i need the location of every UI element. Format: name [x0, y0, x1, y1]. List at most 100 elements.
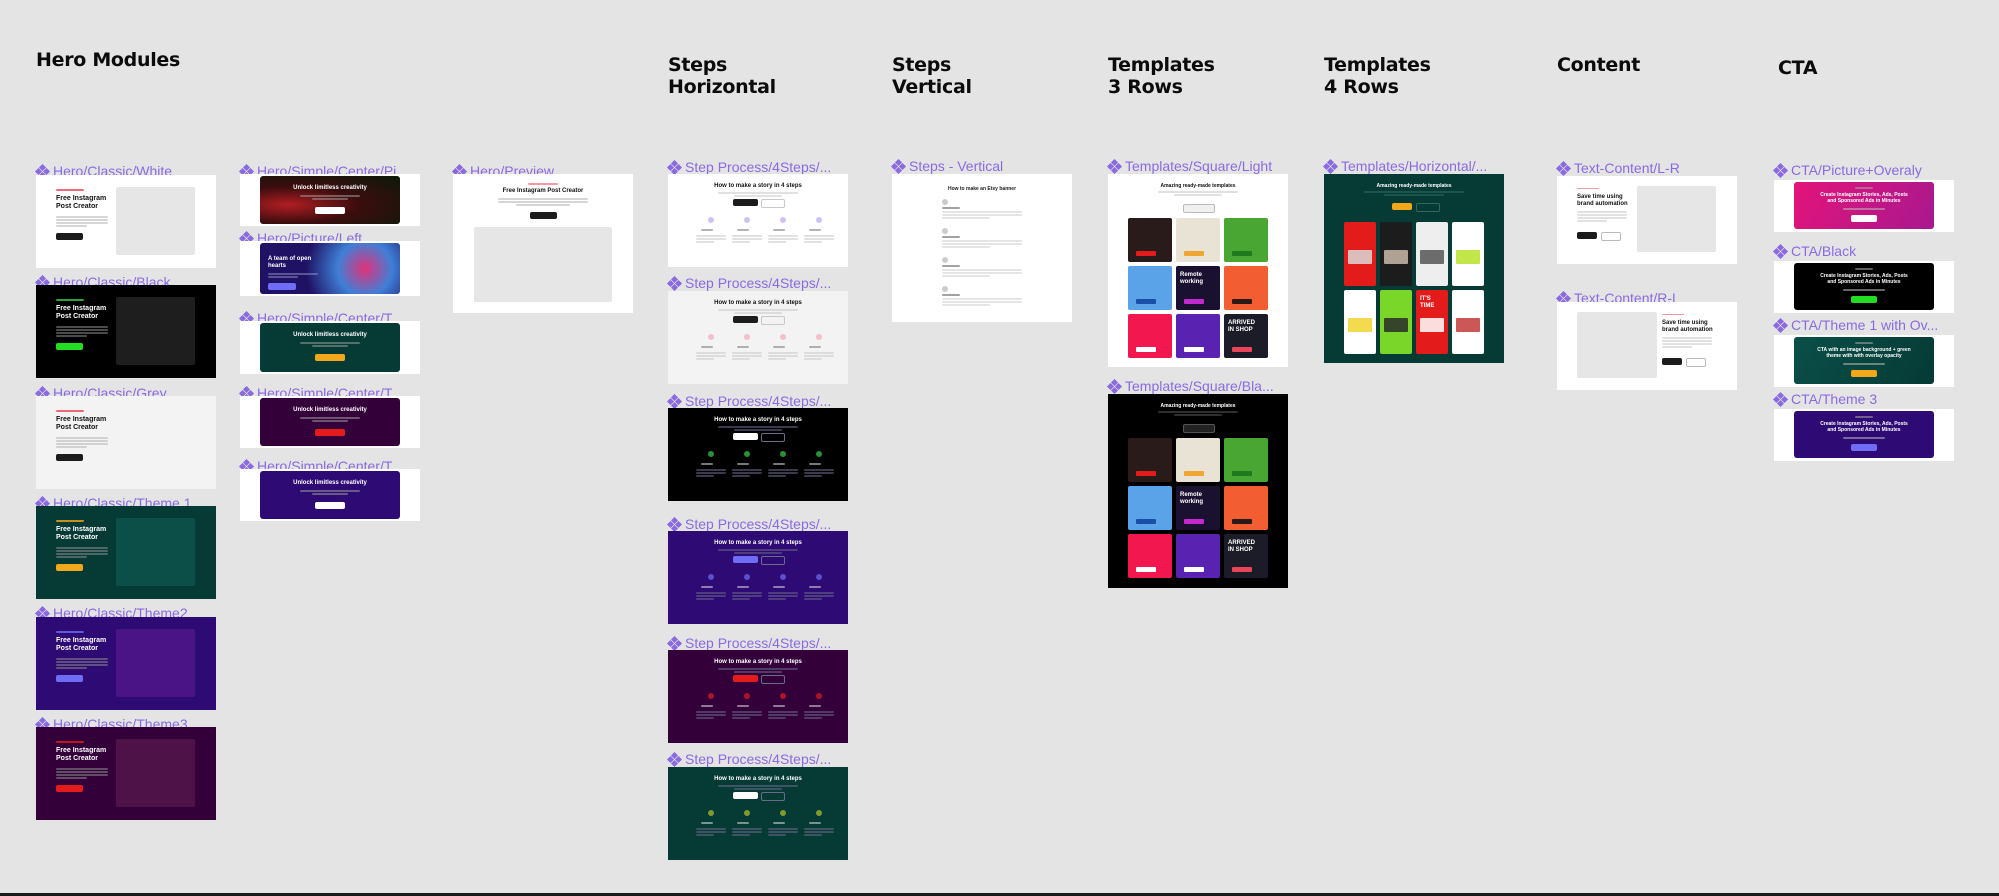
placeholder-text-line: [768, 235, 798, 237]
frame-heading: How to make a story in 4 steps: [714, 417, 802, 423]
steps-vertical-frame[interactable]: How to make an Etsy banner: [892, 174, 1072, 322]
templates-square-light-frame[interactable]: Amazing ready-made templates Remote worki…: [1108, 174, 1288, 367]
template-thumbnail: [1224, 438, 1268, 482]
frame-heading: How to make a story in 4 steps: [714, 659, 802, 665]
component-label[interactable]: Steps - Vertical: [890, 158, 1003, 174]
template-accent: [1136, 251, 1156, 256]
frame-button: [761, 316, 785, 325]
steps-horizontal-frame[interactable]: How to make a story in 4 steps: [668, 408, 848, 501]
component-label[interactable]: Step Process/4Steps/...: [666, 159, 831, 175]
frame-heading: Free Instagram Post Creator: [56, 195, 107, 210]
placeholder-text-line: [732, 241, 750, 243]
placeholder-text-line: [1174, 414, 1222, 416]
hero-banner: Unlock limitless creativity: [260, 398, 400, 446]
media-placeholder: [116, 187, 195, 255]
placeholder-text-line: [942, 301, 1022, 303]
placeholder-text-line: [804, 828, 834, 830]
placeholder-text-line: [734, 195, 782, 197]
placeholder-text-line: [804, 238, 834, 240]
hero-simple-frame[interactable]: Unlock limitless creativity: [240, 174, 420, 226]
hero-classic-frame[interactable]: Free Instagram Post Creator: [36, 506, 216, 599]
template-accent: [1348, 318, 1372, 332]
component-label[interactable]: Text-Content/L-R: [1555, 160, 1680, 176]
hero-preview-frame[interactable]: Free Instagram Post Creator: [453, 174, 633, 313]
template-thumbnail: [1128, 218, 1172, 262]
component-label[interactable]: CTA/Theme 1 with Ov...: [1772, 317, 1938, 333]
placeholder-text-line: [1158, 191, 1238, 193]
steps-horizontal-frame[interactable]: How to make a story in 4 steps: [668, 650, 848, 743]
frame-button: [733, 675, 758, 682]
component-label[interactable]: Templates/Square/Light: [1106, 158, 1272, 174]
hero-simple-frame[interactable]: Unlock limitless creativity: [240, 469, 420, 521]
hero-classic-frame[interactable]: Free Instagram Post Creator: [36, 285, 216, 378]
placeholder-text-line: [732, 598, 750, 600]
template-accent: [1184, 251, 1204, 256]
placeholder-text-line: [773, 586, 785, 588]
hero-classic-frame[interactable]: Free Instagram Post Creator: [36, 396, 216, 489]
steps-horizontal-frame[interactable]: How to make a story in 4 steps: [668, 174, 848, 267]
placeholder-text-line: [268, 276, 298, 278]
component-label[interactable]: Templates/Horizontal/...: [1322, 158, 1487, 174]
eyebrow: [56, 631, 84, 633]
placeholder-text-line: [768, 475, 786, 477]
placeholder-text-line: [732, 238, 762, 240]
frame-heading: How to make a story in 4 steps: [714, 540, 802, 546]
placeholder-text-line: [1577, 217, 1627, 219]
placeholder-text-line: [701, 586, 713, 588]
cta-frame[interactable]: Create Instagram Stories, Ads, Posts and…: [1774, 409, 1954, 461]
placeholder-text-line: [768, 592, 798, 594]
component-label[interactable]: Step Process/4Steps/...: [666, 751, 831, 767]
component-label[interactable]: CTA/Theme 3: [1772, 391, 1877, 407]
steps-horizontal-frame[interactable]: How to make a story in 4 steps: [668, 291, 848, 384]
hero-simple-frame[interactable]: Unlock limitless creativity: [240, 321, 420, 374]
text-content-frame[interactable]: Save time using brand automation: [1557, 302, 1737, 390]
placeholder-text-line: [696, 355, 726, 357]
cta-frame[interactable]: Create Instagram Stories, Ads, Posts and…: [1774, 261, 1954, 313]
text-content-frame[interactable]: Save time using brand automation: [1557, 176, 1737, 264]
section-title-hero: Hero Modules: [36, 49, 181, 71]
templates-square-black-frame[interactable]: Amazing ready-made templates Remote worki…: [1108, 394, 1288, 588]
placeholder-text-line: [300, 342, 360, 344]
templates-horizontal-frame[interactable]: Amazing ready-made templates IT'S TIME: [1324, 174, 1504, 363]
component-label[interactable]: Step Process/4Steps/...: [666, 635, 831, 651]
component-icon: [666, 159, 683, 175]
component-icon: [1322, 158, 1339, 174]
hero-classic-frame[interactable]: Free Instagram Post Creator: [36, 727, 216, 820]
eyebrow: [56, 189, 84, 191]
component-label[interactable]: CTA/Black: [1772, 243, 1856, 259]
frame-button: [1686, 358, 1706, 367]
hero-banner: Unlock limitless creativity: [260, 176, 400, 224]
component-label[interactable]: Step Process/4Steps/...: [666, 275, 831, 291]
step-icon: [708, 334, 714, 340]
hero-simple-frame[interactable]: A team of open hearts: [240, 241, 420, 296]
placeholder-text-line: [701, 463, 713, 465]
component-label[interactable]: Step Process/4Steps/...: [666, 393, 831, 409]
placeholder-text-line: [732, 469, 762, 471]
frame-heading: CTA with an image background + green the…: [1817, 347, 1911, 359]
cta-frame[interactable]: Create Instagram Stories, Ads, Posts and…: [1774, 180, 1954, 232]
template-accent: [1420, 318, 1444, 332]
hero-simple-frame[interactable]: Unlock limitless creativity: [240, 396, 420, 448]
placeholder-text-line: [768, 238, 798, 240]
component-icon: [890, 158, 907, 174]
step-icon: [708, 810, 714, 816]
placeholder-text-line: [768, 472, 798, 474]
steps-horizontal-frame[interactable]: How to make a story in 4 steps: [668, 767, 848, 860]
placeholder-text-line: [942, 214, 1022, 216]
component-label[interactable]: Templates/Square/Bla...: [1106, 378, 1274, 394]
cta-frame[interactable]: CTA with an image background + green the…: [1774, 335, 1954, 387]
placeholder-text-line: [737, 586, 749, 588]
component-label[interactable]: CTA/Picture+Overaly: [1772, 162, 1922, 178]
placeholder-text-line: [718, 309, 798, 311]
steps-horizontal-frame[interactable]: How to make a story in 4 steps: [668, 531, 848, 624]
placeholder-text-line: [768, 834, 786, 836]
template-thumbnail: IT'S TIME: [1416, 290, 1448, 354]
frame-heading: Save time using brand automation: [1662, 320, 1713, 333]
component-label[interactable]: Step Process/4Steps/...: [666, 516, 831, 532]
placeholder-text-line: [696, 472, 726, 474]
template-thumbnail: Remote working: [1176, 266, 1220, 310]
step-icon: [744, 334, 750, 340]
hero-classic-frame[interactable]: Free Instagram Post Creator: [36, 175, 216, 268]
placeholder-text-line: [737, 463, 749, 465]
hero-classic-frame[interactable]: Free Instagram Post Creator: [36, 617, 216, 710]
